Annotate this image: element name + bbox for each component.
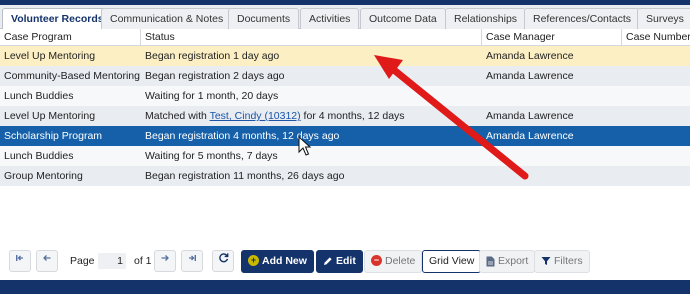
funnel-icon	[541, 257, 551, 266]
case-grid: Case Program Status Case Manager Case Nu…	[0, 29, 690, 186]
table-row[interactable]: Level Up Mentoring Began registration 1 …	[0, 46, 690, 66]
plus-circle-icon: +	[248, 254, 259, 266]
tab-communication-notes[interactable]: Communication & Notes	[101, 8, 233, 29]
edit-label: Edit	[336, 255, 356, 267]
last-page-icon	[189, 255, 196, 261]
case-program-cell: Level Up Mentoring	[4, 110, 96, 122]
footer-navy-band	[0, 280, 690, 294]
case-manager-cell: Amanda Lawrence	[486, 130, 574, 142]
case-manager-cell	[482, 86, 622, 106]
column-header-case-program[interactable]: Case Program	[0, 29, 141, 46]
table-row[interactable]: Community-Based Mentoring Began registra…	[0, 66, 690, 86]
tab-relationships[interactable]: Relationships	[445, 8, 527, 29]
status-cell: Began registration 2 days ago	[145, 70, 285, 82]
minus-circle-icon: −	[371, 254, 382, 266]
column-header-case-manager[interactable]: Case Manager	[482, 29, 622, 46]
case-program-cell: Lunch Buddies	[4, 90, 74, 102]
refresh-button[interactable]	[212, 250, 234, 272]
status-suffix: for 4 months, 12 days	[300, 110, 405, 122]
case-program-cell: Level Up Mentoring	[4, 50, 96, 62]
case-manager-cell	[482, 166, 622, 186]
page-label: Page	[70, 255, 95, 267]
grid-empty-area	[0, 186, 690, 236]
tab-volunteer-records[interactable]: Volunteer Records	[2, 8, 113, 30]
tab-outcome-data[interactable]: Outcome Data	[360, 8, 446, 29]
table-row[interactable]: Lunch Buddies Waiting for 1 month, 20 da…	[0, 86, 690, 106]
grid-view-label: Grid View	[429, 255, 475, 267]
filters-button[interactable]: Filters	[534, 250, 590, 273]
first-page-icon	[16, 255, 23, 261]
status-cell: Waiting for 5 months, 7 days	[145, 150, 278, 162]
document-icon	[486, 256, 495, 267]
tab-documents[interactable]: Documents	[228, 8, 300, 29]
last-page-button[interactable]	[181, 250, 203, 272]
table-row-selected[interactable]: Scholarship Program Began registration 4…	[0, 126, 690, 146]
grid-header: Case Program Status Case Manager Case Nu…	[0, 29, 690, 46]
export-label: Export	[498, 255, 529, 267]
export-button[interactable]: Export	[479, 250, 536, 273]
tab-activities[interactable]: Activities	[300, 8, 360, 29]
grid-view-button[interactable]: Grid View	[422, 250, 482, 273]
pencil-icon	[324, 257, 332, 266]
arrow-left-icon	[43, 255, 51, 261]
case-program-cell: Community-Based Mentoring	[4, 70, 140, 82]
page-count-label: of 1	[134, 255, 152, 267]
table-row[interactable]: Level Up Mentoring Matched with Test, Ci…	[0, 106, 690, 126]
status-prefix: Matched with	[145, 110, 210, 122]
tab-surveys[interactable]: Surveys	[637, 8, 690, 29]
case-manager-cell: Amanda Lawrence	[486, 110, 574, 122]
first-page-button[interactable]	[9, 250, 31, 272]
add-new-label: Add New	[262, 255, 307, 267]
previous-page-button[interactable]	[36, 250, 58, 272]
case-program-cell: Lunch Buddies	[4, 150, 74, 162]
case-manager-cell: Amanda Lawrence	[486, 50, 574, 62]
record-tab-bar: Volunteer Records Communication & Notes …	[0, 5, 690, 30]
case-manager-cell: Amanda Lawrence	[486, 70, 574, 82]
page-number-input[interactable]	[98, 253, 126, 269]
column-header-status[interactable]: Status	[141, 29, 482, 46]
matched-volunteer-link[interactable]: Test, Cindy (10312)	[210, 110, 301, 122]
next-page-button[interactable]	[154, 250, 176, 272]
status-cell: Began registration 1 day ago	[145, 50, 280, 62]
table-row[interactable]: Group Mentoring Began registration 11 mo…	[0, 166, 690, 186]
status-cell: Began registration 4 months, 12 days ago	[145, 130, 340, 142]
delete-label: Delete	[385, 255, 416, 267]
refresh-icon	[218, 253, 228, 263]
add-new-button[interactable]: + Add New	[241, 250, 314, 273]
table-row[interactable]: Lunch Buddies Waiting for 5 months, 7 da…	[0, 146, 690, 166]
case-program-cell: Group Mentoring	[4, 170, 83, 182]
case-manager-cell	[482, 146, 622, 166]
edit-button[interactable]: Edit	[316, 250, 363, 273]
tab-references-contacts[interactable]: References/Contacts	[524, 8, 641, 29]
status-cell: Began registration 11 months, 26 days ag…	[145, 170, 345, 182]
status-cell: Matched with Test, Cindy (10312) for 4 m…	[141, 106, 482, 126]
delete-button[interactable]: − Delete	[364, 250, 423, 273]
pager-toolbar: Page of 1 +Add New Edit −Delete Grid Vie…	[0, 242, 690, 280]
column-header-case-number[interactable]: Case Number	[622, 29, 690, 46]
arrow-right-icon	[161, 255, 169, 261]
status-cell: Waiting for 1 month, 20 days	[145, 90, 279, 102]
case-program-cell: Scholarship Program	[4, 130, 103, 142]
filters-label: Filters	[554, 255, 583, 267]
